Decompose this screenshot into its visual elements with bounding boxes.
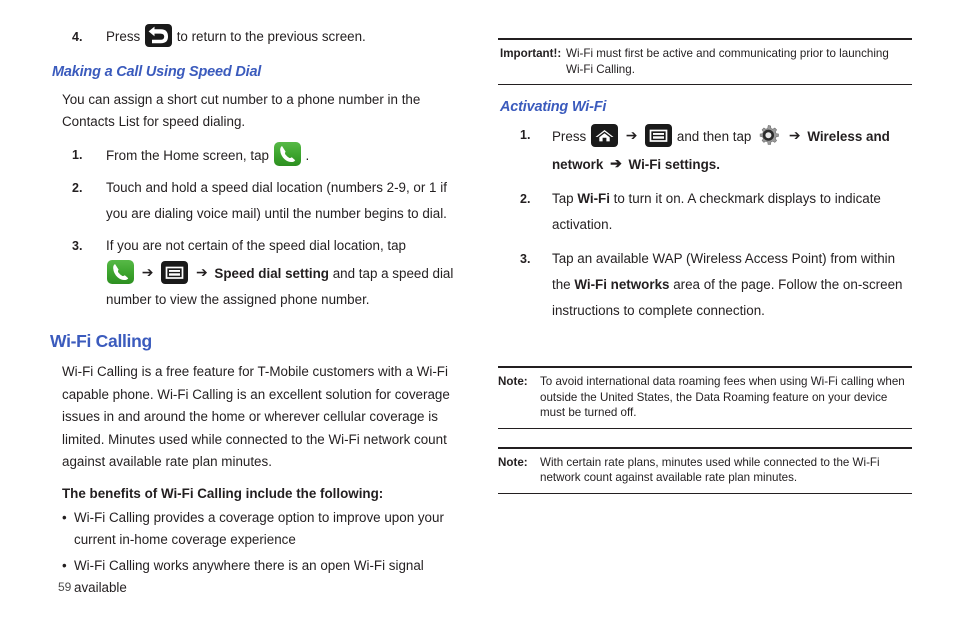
menu-icon <box>161 261 189 284</box>
step-number: 1. <box>72 148 83 162</box>
step-item: 2. Touch and hold a speed dial location … <box>50 175 470 227</box>
arrow-glyph: ➔ <box>625 127 638 143</box>
step-bold-text: Wi-Fi <box>577 191 610 206</box>
step-text: Tap <box>552 191 574 206</box>
home-icon <box>590 124 618 147</box>
bullet-glyph: • <box>62 557 67 573</box>
bullet-glyph: • <box>62 509 67 525</box>
wifi-calling-body: Wi-Fi Calling is a free feature for T-Mo… <box>62 364 450 469</box>
page-number: 59 <box>58 580 72 594</box>
note-text: With certain rate plans, minutes used wh… <box>540 455 880 485</box>
step-text: Touch and hold a speed dial location (nu… <box>106 180 447 221</box>
step-bold-text: Speed dial setting <box>214 266 329 281</box>
step-number: 2. <box>520 192 531 206</box>
step-text-after: to return to the previous screen. <box>176 29 366 44</box>
arrow-glyph: ➔ <box>610 155 622 171</box>
settings-gear-icon <box>756 123 781 147</box>
step-item: 4. Press to return to the previous scree… <box>50 24 470 50</box>
note-label: Note: <box>498 375 528 388</box>
left-column: 4. Press to return to the previous scree… <box>50 24 470 603</box>
step-text-after: . <box>305 148 310 163</box>
note-box: Note: To avoid international data roamin… <box>498 366 912 429</box>
divider-rule <box>498 492 912 494</box>
step-number: 2. <box>72 181 83 195</box>
list-item: • Wi-Fi Calling works anywhere there is … <box>50 555 470 599</box>
right-column: Important!: Wi-Fi must first be active a… <box>498 38 912 494</box>
step-item: 2. Tap Wi-Fi to turn it on. A checkmark … <box>498 186 912 238</box>
step-text: If you are not certain of the speed dial… <box>106 238 406 253</box>
step-text: Press <box>106 29 141 44</box>
important-label: Important!: <box>500 47 562 60</box>
benefits-heading: The benefits of Wi-Fi Calling include th… <box>62 485 384 501</box>
phone-icon <box>107 260 134 284</box>
list-item: • Wi-Fi Calling provides a coverage opti… <box>50 507 470 551</box>
step-number: 4. <box>72 30 83 44</box>
step-text: Press <box>552 129 587 144</box>
step-item: 3. If you are not certain of the speed d… <box>50 233 470 313</box>
speed-dial-intro: You can assign a short cut number to a p… <box>62 92 421 129</box>
document-page: 4. Press to return to the previous scree… <box>0 0 954 636</box>
divider-rule <box>498 84 912 85</box>
wifi-calling-heading: Wi-Fi Calling <box>50 331 152 351</box>
note-box: Note: With certain rate plans, minutes u… <box>498 446 912 494</box>
activating-wifi-heading: Activating Wi-Fi <box>500 99 607 115</box>
step-item: 3. Tap an available WAP (Wireless Access… <box>498 246 912 324</box>
note-label: Note: <box>498 455 528 469</box>
menu-icon <box>645 124 673 147</box>
phone-icon <box>273 142 301 166</box>
arrow-glyph: ➔ <box>141 264 154 280</box>
step-item: 1. From the Home screen, tap . <box>50 142 470 169</box>
step-text: From the Home screen, tap <box>106 148 269 163</box>
step-number: 1. <box>520 128 531 142</box>
step-bold-text: Wi-Fi networks <box>574 277 670 292</box>
step-text-middle: and then tap <box>676 129 752 144</box>
step-bold-text: Wi-Fi settings. <box>628 157 720 172</box>
arrow-glyph: ➔ <box>788 127 801 143</box>
step-number: 3. <box>72 239 83 253</box>
step-number: 3. <box>520 252 531 266</box>
important-text: Wi-Fi must first be active and communica… <box>566 47 889 76</box>
back-arrow-icon <box>144 24 172 47</box>
speed-dial-heading: Making a Call Using Speed Dial <box>52 64 262 80</box>
list-item-text: Wi-Fi Calling provides a coverage option… <box>74 509 444 547</box>
step-item: 1. Press ➔ and then tap ➔ Wireless and n… <box>498 122 912 178</box>
arrow-glyph: ➔ <box>195 264 208 280</box>
note-text: To avoid international data roaming fees… <box>540 375 905 419</box>
important-note-box: Important!: Wi-Fi must first be active a… <box>498 38 912 85</box>
list-item-text: Wi-Fi Calling works anywhere there is an… <box>74 557 424 595</box>
